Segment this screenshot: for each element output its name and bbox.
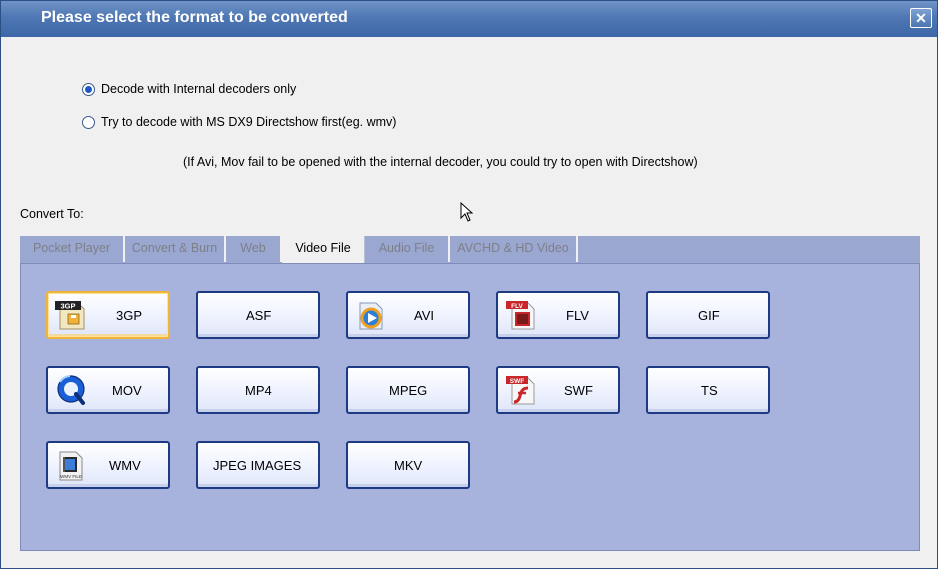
format-label: FLV (566, 308, 589, 323)
close-button[interactable]: ✕ (910, 8, 932, 28)
format-button-3gp[interactable]: 3GP 3GP (46, 291, 170, 339)
flv-badge-text: FLV (511, 303, 523, 310)
format-label: JPEG IMAGES (213, 458, 302, 473)
title-bar[interactable]: Please select the format to be converted… (1, 1, 937, 37)
format-button-panel: 3GP 3GP ASF AVI FLV FLV GIF MOV MP4 MPEG… (20, 263, 920, 551)
format-button-swf[interactable]: SWF SWF (496, 366, 620, 414)
format-label: MPEG (389, 383, 428, 398)
avi-media-icon (359, 302, 383, 330)
radio-directshow-first[interactable]: Try to decode with MS DX9 Directshow fir… (82, 115, 396, 129)
mouse-cursor-icon (460, 202, 474, 222)
decoder-note: (If Avi, Mov fail to be opened with the … (183, 155, 698, 169)
format-category-tabs: Pocket Player Convert & Burn Web Video F… (20, 236, 920, 264)
format-button-mkv[interactable]: MKV (346, 441, 470, 489)
format-button-mov[interactable]: MOV (46, 366, 170, 414)
format-button-flv[interactable]: FLV FLV (496, 291, 620, 339)
3gp-file-icon: 3GP (55, 301, 85, 330)
tab-web[interactable]: Web (226, 236, 282, 262)
format-button-asf[interactable]: ASF (196, 291, 320, 339)
convert-format-dialog: Please select the format to be converted… (0, 0, 938, 569)
wmv-film-file-icon: WMV FILE (59, 451, 83, 481)
dialog-body: Decode with Internal decoders only Try t… (5, 37, 933, 565)
dialog-title: Please select the format to be converted (41, 9, 348, 26)
format-button-wmv[interactable]: WMV FILE WMV (46, 441, 170, 489)
swf-badge-text: SWF (510, 378, 524, 385)
tab-avchd-hd-video[interactable]: AVCHD & HD Video (450, 236, 578, 262)
close-icon: ✕ (915, 10, 927, 26)
format-label: TS (701, 383, 718, 398)
radio-button[interactable] (82, 82, 95, 96)
format-label: AVI (414, 308, 434, 323)
radio-internal-decoders[interactable]: Decode with Internal decoders only (82, 82, 296, 96)
format-button-ts[interactable]: TS (646, 366, 770, 414)
flv-file-icon: FLV (506, 301, 535, 330)
format-label: MKV (394, 458, 423, 473)
format-button-jpeg-images[interactable]: JPEG IMAGES (196, 441, 320, 489)
format-button-mpeg[interactable]: MPEG (346, 366, 470, 414)
quicktime-icon (57, 375, 85, 405)
swf-flash-file-icon: SWF (506, 376, 535, 405)
wmv-caption-text: WMV FILE (60, 474, 82, 479)
format-button-gif[interactable]: GIF (646, 291, 770, 339)
radio-label: Decode with Internal decoders only (101, 82, 297, 96)
format-label: MOV (112, 383, 142, 398)
tab-video-file[interactable]: Video File (282, 236, 365, 264)
tab-pocket-player[interactable]: Pocket Player (20, 236, 125, 262)
format-label: ASF (246, 308, 272, 323)
format-label: 3GP (116, 308, 143, 323)
format-label: MP4 (245, 383, 272, 398)
3gp-badge-text: 3GP (60, 302, 75, 311)
format-button-mp4[interactable]: MP4 (196, 366, 320, 414)
format-label: GIF (698, 308, 720, 323)
tab-convert-burn[interactable]: Convert & Burn (125, 236, 226, 262)
radio-button[interactable] (82, 115, 95, 129)
radio-label: Try to decode with MS DX9 Directshow fir… (101, 115, 397, 129)
tab-audio-file[interactable]: Audio File (365, 236, 450, 262)
format-label: SWF (564, 383, 593, 398)
convert-to-label: Convert To: (20, 207, 84, 221)
format-button-avi[interactable]: AVI (346, 291, 470, 339)
format-label: WMV (109, 458, 141, 473)
